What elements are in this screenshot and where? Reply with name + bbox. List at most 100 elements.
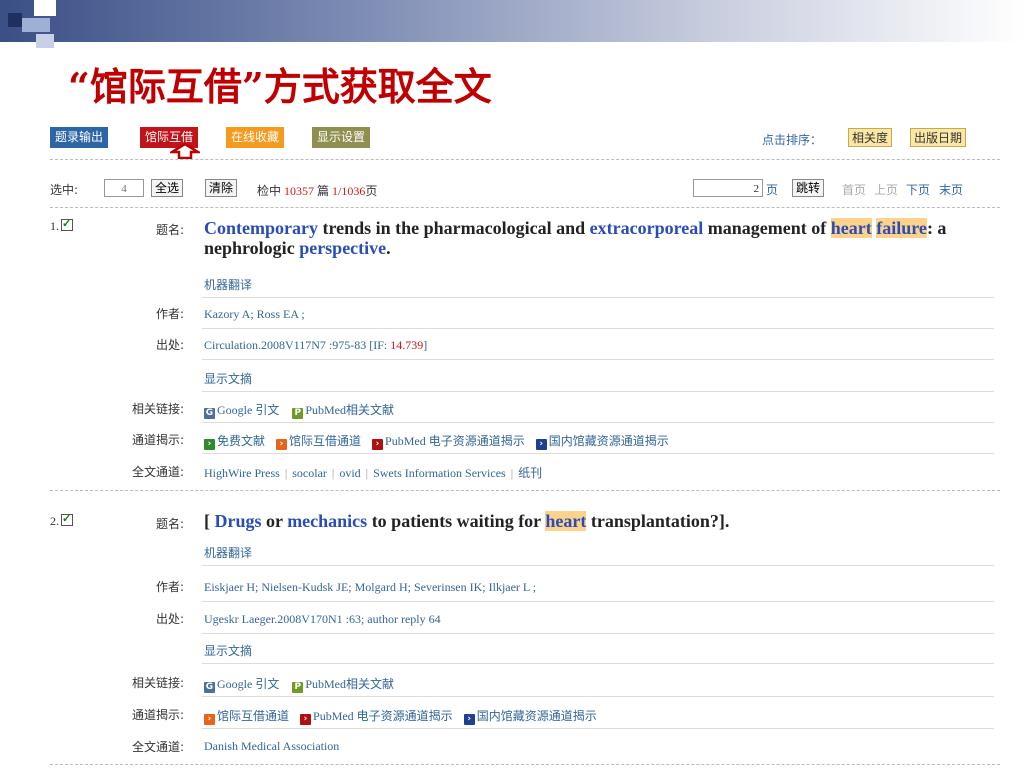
- title-text: management of: [703, 218, 831, 238]
- fulltext-sources: HighWire Press | socolar | ovid | Swets Inform…: [204, 466, 543, 480]
- links-label: 相关链接:: [131, 676, 184, 690]
- author-list[interactable]: Eiskjaer H; Nielsen-Kudsk JE; Molgard H;…: [204, 580, 536, 595]
- source-citation: Circulation.2008V117N7 :975-83 [IF:: [204, 338, 388, 352]
- fulltext-label: 全文通道:: [131, 740, 184, 754]
- display-settings-button[interactable]: 显示设置: [312, 127, 371, 148]
- author-list[interactable]: Kazory A; Ross EA ;: [204, 307, 305, 322]
- machine-translate-link[interactable]: 机器翻译: [204, 276, 252, 293]
- google-scholar-link[interactable]: G Google 引文: [204, 403, 279, 419]
- search-results-panel: 题录输出 馆际互借 在线收藏 显示设置 点击排序： 相关度 出版日期 选中: 4…: [50, 121, 1000, 768]
- export-records-button[interactable]: 题录输出: [50, 127, 109, 148]
- arrow-right-icon: ›: [372, 439, 384, 450]
- fulltext-sources: Danish Medical Association: [204, 739, 339, 754]
- impact-factor: 14.739: [390, 338, 424, 352]
- decor-square-light: [22, 18, 50, 32]
- sort-label: 点击排序：: [762, 133, 823, 147]
- fulltext-source-link[interactable]: HighWire Press: [204, 466, 280, 480]
- fulltext-source-link[interactable]: 纸刊: [518, 466, 542, 480]
- record-checkbox[interactable]: [61, 217, 73, 231]
- record-title[interactable]: Contemporary trends in the pharmacologic…: [204, 218, 994, 258]
- divider: [50, 207, 1000, 208]
- interlibrary-loan-channel-link[interactable]: › 馆际互借通道: [276, 434, 361, 450]
- tab-stub: [730, 121, 840, 122]
- arrow-right-icon: ›: [535, 439, 547, 450]
- record-number: 1.: [50, 217, 73, 234]
- channel-links: › 免费文献 › 馆际互借通道 › PubMed 电子资源通道揭示 › 国内馆藏资源通道…: [204, 432, 669, 450]
- pubmed-eresource-link[interactable]: › PubMed 电子资源通道揭示: [372, 434, 525, 450]
- sort-relevance-button[interactable]: 相关度: [848, 128, 893, 147]
- next-page-link[interactable]: 下页: [906, 181, 930, 198]
- google-icon: G: [204, 682, 215, 693]
- selected-count-field[interactable]: 4: [104, 179, 144, 197]
- last-page-link[interactable]: 末页: [939, 181, 963, 198]
- page-info: 1/1036: [332, 184, 366, 198]
- selection-bar: 选中: 4 全选 清除 检中 10357 篇 1/1036页 2 页 跳转 首页…: [50, 179, 1000, 201]
- fulltext-source-link[interactable]: Danish Medical Association: [204, 739, 339, 753]
- row-divider: [202, 391, 994, 392]
- first-page-link[interactable]: 首页: [842, 181, 866, 198]
- fulltext-source-link[interactable]: socolar: [292, 466, 327, 480]
- matched-keyword: Contemporary: [204, 218, 318, 238]
- goto-button[interactable]: 跳转: [792, 179, 825, 197]
- record-title[interactable]: [ Drugs or mechanics to patients waiting…: [204, 511, 994, 531]
- related-links: G Google 引文 P PubMed相关文献: [204, 675, 394, 693]
- source-label: 出处:: [155, 338, 184, 352]
- links-label: 相关链接:: [131, 402, 184, 416]
- prev-page-link[interactable]: 上页: [874, 181, 898, 198]
- row-divider: [202, 422, 994, 423]
- fulltext-source-link[interactable]: Swets Information Services: [373, 466, 506, 480]
- decor-square-white: [34, 0, 56, 16]
- title-text: or: [261, 511, 288, 531]
- free-fulltext-link[interactable]: › 免费文献: [204, 434, 265, 450]
- slide-header-bar: [0, 0, 1024, 42]
- row-divider: [202, 663, 994, 664]
- row-divider: [202, 601, 994, 602]
- sort-date-button[interactable]: 出版日期: [910, 128, 967, 147]
- hits-count: 10357: [284, 184, 315, 198]
- author-label: 作者:: [155, 580, 184, 594]
- arrow-right-icon: ›: [276, 439, 288, 450]
- highlighted-term: failure: [876, 218, 927, 238]
- source-end: ]: [423, 338, 428, 352]
- machine-translate-link[interactable]: 机器翻译: [204, 544, 252, 561]
- highlighted-term: heart: [830, 218, 872, 238]
- title-text: transplantation?].: [586, 511, 730, 531]
- record-checkbox[interactable]: [61, 512, 73, 526]
- arrow-right-icon: ›: [204, 714, 215, 725]
- matched-keyword: perspective: [299, 238, 387, 258]
- related-links: G Google 引文 P PubMed相关文献: [204, 401, 394, 419]
- pubmed-icon: P: [292, 682, 304, 693]
- title-text: .: [386, 238, 391, 258]
- title-text: trends in the pharmacological and: [317, 218, 590, 238]
- domestic-holdings-link[interactable]: › 国内馆藏资源通道揭示: [463, 709, 597, 725]
- row-divider: [202, 728, 994, 729]
- show-abstract-link[interactable]: 显示文摘: [204, 642, 252, 659]
- goto-page-suffix: 页: [766, 183, 779, 197]
- row-divider: [202, 633, 994, 634]
- source-label: 出处:: [155, 612, 184, 626]
- fulltext-source-link[interactable]: ovid: [339, 466, 360, 480]
- record-number: 2.: [50, 512, 73, 529]
- highlighted-term: heart: [545, 511, 587, 531]
- arrow-right-icon: ›: [463, 714, 475, 725]
- row-divider: [202, 565, 994, 566]
- channel-links: › 馆际互借通道 › PubMed 电子资源通道揭示 › 国内馆藏资源通道揭示: [204, 707, 597, 725]
- hits-summary: 检中 10357 篇 1/1036页: [257, 182, 377, 199]
- pubmed-related-link[interactable]: P PubMed相关文献: [292, 403, 394, 419]
- online-favorites-button[interactable]: 在线收藏: [226, 127, 285, 148]
- interlibrary-loan-channel-link[interactable]: › 馆际互借通道: [204, 709, 289, 725]
- google-scholar-link[interactable]: G Google 引文: [204, 677, 279, 693]
- domestic-holdings-link[interactable]: › 国内馆藏资源通道揭示: [535, 434, 669, 450]
- show-abstract-link[interactable]: 显示文摘: [204, 370, 252, 387]
- record-divider: [50, 764, 1000, 765]
- goto-page-field[interactable]: 2: [693, 179, 763, 197]
- row-divider: [202, 696, 994, 697]
- channels-label: 通道揭示:: [131, 708, 184, 722]
- row-divider: [202, 328, 994, 329]
- select-all-button[interactable]: 全选: [151, 179, 184, 197]
- row-divider: [202, 297, 994, 298]
- slide-title: “馆际互借”方式获取全文: [68, 64, 492, 109]
- clear-button[interactable]: 清除: [205, 179, 238, 197]
- pubmed-related-link[interactable]: P PubMed相关文献: [292, 677, 394, 693]
- pubmed-eresource-link[interactable]: › PubMed 电子资源通道揭示: [300, 709, 453, 725]
